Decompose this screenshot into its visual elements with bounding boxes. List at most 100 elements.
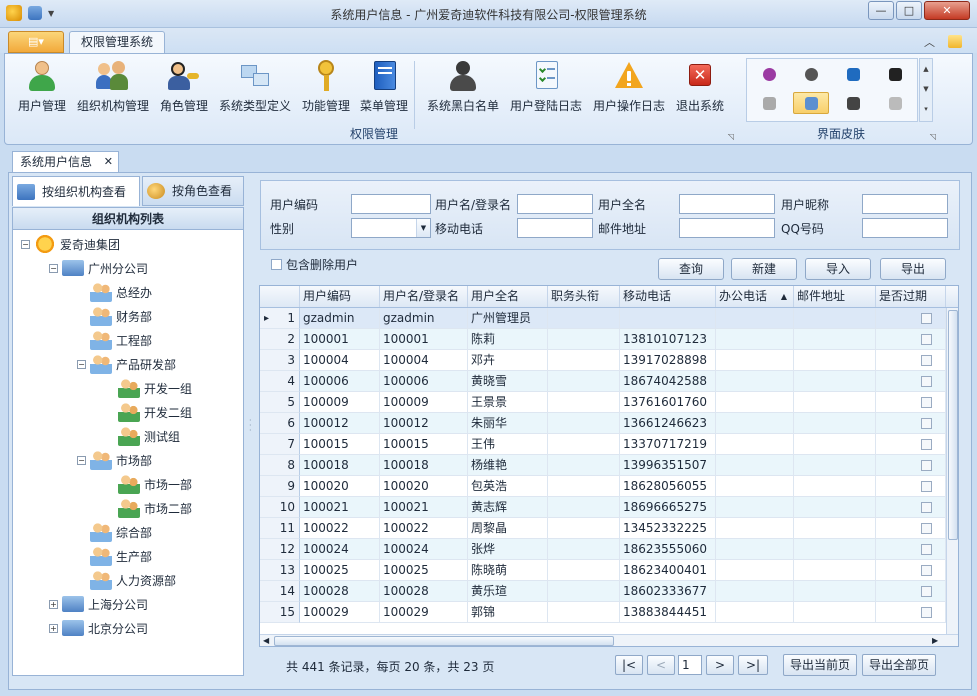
tree-node[interactable]: 综合部 xyxy=(21,520,241,544)
grid-cell[interactable]: gzadmin xyxy=(300,308,380,329)
user-manage-button[interactable]: 用户管理 xyxy=(16,57,68,114)
grid-cell[interactable] xyxy=(548,434,620,455)
grid-cell[interactable]: 黄乐瑄 xyxy=(468,581,548,602)
grid-cell[interactable] xyxy=(794,413,876,434)
column-header[interactable]: 用户全名 xyxy=(468,286,548,307)
grid-cell[interactable]: 18623555060 xyxy=(620,539,716,560)
grid-cell[interactable]: 100029 xyxy=(300,602,380,623)
grid-cell[interactable] xyxy=(548,329,620,350)
tree-node[interactable]: 开发一组 xyxy=(21,376,241,400)
table-row[interactable]: 3 100004 100004 邓卉 13917028898 xyxy=(260,350,946,371)
skin-office-gray[interactable] xyxy=(751,92,787,114)
grid-cell[interactable]: 13917028898 xyxy=(620,350,716,371)
table-row[interactable]: 2 100001 100001 陈莉 13810107123 xyxy=(260,329,946,350)
expand-icon[interactable]: + xyxy=(49,599,58,609)
expired-checkbox[interactable] xyxy=(921,313,932,324)
ribbon-tab-main[interactable]: 权限管理系统 xyxy=(69,31,165,54)
grid-cell[interactable]: 王伟 xyxy=(468,434,548,455)
expired-cell[interactable] xyxy=(876,434,946,455)
grid-cell[interactable] xyxy=(794,392,876,413)
expired-checkbox[interactable] xyxy=(921,565,932,576)
collapse-icon[interactable]: − xyxy=(77,359,86,369)
expired-cell[interactable] xyxy=(876,518,946,539)
gender-select[interactable]: ▼ xyxy=(351,218,431,238)
expired-cell[interactable] xyxy=(876,476,946,497)
tree-node[interactable]: 工程部 xyxy=(21,328,241,352)
table-row[interactable]: 8 100018 100018 杨维艳 13996351507 xyxy=(260,455,946,476)
grid-cell[interactable]: 100009 xyxy=(380,392,468,413)
include-deleted-checkbox[interactable] xyxy=(271,259,282,270)
grid-cell[interactable] xyxy=(548,539,620,560)
expired-checkbox[interactable] xyxy=(921,439,932,450)
expired-checkbox[interactable] xyxy=(921,334,932,345)
expired-cell[interactable] xyxy=(876,392,946,413)
nickname-input[interactable] xyxy=(862,194,948,214)
grid-cell[interactable]: 18696665275 xyxy=(620,497,716,518)
column-header[interactable]: 是否过期 xyxy=(876,286,946,307)
grid-cell[interactable] xyxy=(548,476,620,497)
table-row[interactable]: ▸ 1 gzadmin gzadmin 广州管理员 xyxy=(260,308,946,329)
grid-cell[interactable] xyxy=(794,371,876,392)
grid-cell[interactable]: 100012 xyxy=(300,413,380,434)
skin-black-grid[interactable] xyxy=(835,92,871,114)
grid-cell[interactable] xyxy=(794,308,876,329)
table-row[interactable]: 11 100022 100022 周黎晶 13452332225 xyxy=(260,518,946,539)
grid-cell[interactable]: 18623400401 xyxy=(620,560,716,581)
skin-gallery-scroll[interactable]: ▲ ▼ ▾ xyxy=(919,58,933,122)
grid-cell[interactable]: 100028 xyxy=(380,581,468,602)
prev-page-button[interactable]: < xyxy=(647,655,675,675)
column-header[interactable]: 移动电话 xyxy=(620,286,716,307)
tree-node[interactable]: 测试组 xyxy=(21,424,241,448)
expired-cell[interactable] xyxy=(876,581,946,602)
user-code-input[interactable] xyxy=(351,194,431,214)
grid-cell[interactable] xyxy=(548,308,620,329)
table-row[interactable]: 14 100028 100028 黄乐瑄 18602333677 xyxy=(260,581,946,602)
table-row[interactable]: 10 100021 100021 黄志辉 18696665275 xyxy=(260,497,946,518)
grid-cell[interactable]: 黄晓雪 xyxy=(468,371,548,392)
grid-cell[interactable]: 王景景 xyxy=(468,392,548,413)
grid-cell[interactable]: 100025 xyxy=(300,560,380,581)
grid-cell[interactable] xyxy=(794,518,876,539)
expired-checkbox[interactable] xyxy=(921,481,932,492)
grid-cell[interactable] xyxy=(716,392,794,413)
scroll-right-icon[interactable]: ▶ xyxy=(932,636,938,645)
grid-cell[interactable]: 100028 xyxy=(300,581,380,602)
grid-cell[interactable]: 100001 xyxy=(380,329,468,350)
grid-cell[interactable]: 13810107123 xyxy=(620,329,716,350)
grid-cell[interactable] xyxy=(716,455,794,476)
grid-cell[interactable]: 18674042588 xyxy=(620,371,716,392)
grid-cell[interactable] xyxy=(548,560,620,581)
expired-checkbox[interactable] xyxy=(921,544,932,555)
splitter-handle[interactable]: · · · xyxy=(249,417,255,435)
dropdown-arrow-icon[interactable]: ▼ xyxy=(416,219,430,237)
vertical-scrollbar[interactable] xyxy=(946,308,958,634)
export-current-page-button[interactable]: 导出当前页 xyxy=(783,654,857,676)
column-header[interactable]: 用户编码 xyxy=(300,286,380,307)
table-row[interactable]: 9 100020 100020 包英浩 18628056055 xyxy=(260,476,946,497)
column-header[interactable]: 办公电话 ▲ xyxy=(716,286,794,307)
expired-cell[interactable] xyxy=(876,560,946,581)
grid-cell[interactable] xyxy=(794,560,876,581)
scroll-thumb[interactable] xyxy=(948,310,958,540)
expired-checkbox[interactable] xyxy=(921,607,932,618)
table-row[interactable]: 13 100025 100025 陈晓萌 18623400401 xyxy=(260,560,946,581)
tree-node[interactable]: − 市场部 xyxy=(21,448,241,472)
grid-cell[interactable]: 邓卉 xyxy=(468,350,548,371)
tab-by-role[interactable]: 按角色查看 xyxy=(142,176,244,206)
grid-cell[interactable]: 13452332225 xyxy=(620,518,716,539)
grid-cell[interactable]: 100012 xyxy=(380,413,468,434)
grid-cell[interactable]: 100024 xyxy=(300,539,380,560)
table-row[interactable]: 4 100006 100006 黄晓雪 18674042588 xyxy=(260,371,946,392)
skin-office-blue[interactable] xyxy=(835,63,871,85)
table-row[interactable]: 7 100015 100015 王伟 13370717219 xyxy=(260,434,946,455)
full-name-input[interactable] xyxy=(679,194,775,214)
grid-cell[interactable]: 100001 xyxy=(300,329,380,350)
tree-node[interactable]: 生产部 xyxy=(21,544,241,568)
doc-tab-users[interactable]: 系统用户信息 ✕ xyxy=(12,151,119,173)
expired-checkbox[interactable] xyxy=(921,523,932,534)
grid-cell[interactable]: 100020 xyxy=(380,476,468,497)
grid-cell[interactable]: 100004 xyxy=(380,350,468,371)
grid-cell[interactable]: 13761601760 xyxy=(620,392,716,413)
skin-silver-grid[interactable] xyxy=(877,92,913,114)
import-button[interactable]: 导入 xyxy=(805,258,871,280)
